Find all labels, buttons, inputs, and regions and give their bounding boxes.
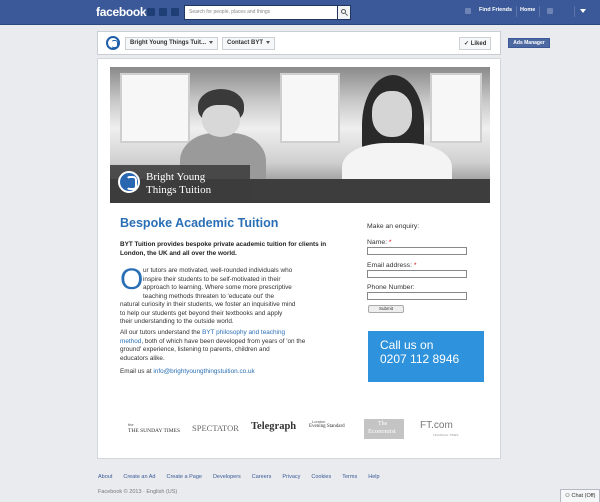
footer-link-create-page[interactable]: Create a Page <box>166 474 201 480</box>
para2-line: educators alike. <box>120 354 165 362</box>
spectator-logo: SPECTATOR <box>192 423 239 433</box>
facebook-logo[interactable]: facebook <box>96 5 147 19</box>
search-input[interactable]: Search for people, places and things <box>184 5 338 20</box>
telegraph-logo: Telegraph <box>251 421 297 432</box>
phone-field[interactable] <box>367 292 467 300</box>
para1-line: to help our students get beyond their te… <box>120 309 283 317</box>
footer-link-cookies[interactable]: Cookies <box>311 474 331 480</box>
method-link[interactable]: method <box>120 338 141 345</box>
footer-link-about[interactable]: About <box>98 474 112 480</box>
ft-logo-sub: FINANCIAL TIMES <box>433 433 459 437</box>
friend-requests-icon[interactable] <box>147 8 155 16</box>
chat-bar[interactable]: ⚇ Chat (Off) <box>560 489 600 502</box>
para2-line: ground' experience, listening to parents… <box>120 346 270 353</box>
name-label: Name: * <box>367 239 392 246</box>
para1-line: approach to learning. Where some more pr… <box>143 284 292 291</box>
name-field[interactable] <box>367 247 467 255</box>
footer-links: About Create an Ad Create a Page Develop… <box>98 474 391 480</box>
philosophy-link[interactable]: BYT philosophy and teaching <box>202 329 285 336</box>
submit-button[interactable]: Submit <box>368 305 404 313</box>
find-friends-link[interactable]: Find Friends <box>479 7 512 13</box>
para1-line: natural curiosity in their students, we … <box>120 301 296 308</box>
phone-number: 0207 112 8946 <box>380 352 460 366</box>
page-name-tab[interactable]: Bright Young Things Tuit... <box>125 37 218 50</box>
chevron-down-icon <box>209 40 213 44</box>
contact-byt-tab[interactable]: Contact BYT <box>222 37 275 50</box>
phone-label: Phone Number: <box>367 284 415 291</box>
hero-image: Bright Young Things Tuition <box>110 67 490 203</box>
call-us-box[interactable]: Call us on 0207 112 8946 <box>368 331 484 382</box>
footer-link-careers[interactable]: Careers <box>252 474 272 480</box>
byt-logo-icon <box>118 171 140 193</box>
account-settings-icon[interactable] <box>580 9 586 13</box>
call-us-label: Call us on <box>380 338 434 352</box>
drop-cap: O <box>120 263 144 296</box>
email-label: Email address: * <box>367 262 417 269</box>
sunday-times-logo: THE SUNDAY TIMES <box>128 428 181 434</box>
home-link[interactable]: Home <box>520 7 535 13</box>
page-tab-content: Bright Young Things Tuition Bespoke Acad… <box>97 58 501 459</box>
page-avatar-icon[interactable] <box>106 36 120 50</box>
notification-jewels <box>147 8 179 16</box>
chevron-down-icon <box>266 40 270 44</box>
ads-manager-button[interactable]: Ads Manager <box>508 38 550 48</box>
para1-line: inspire their students to be self-motiva… <box>143 275 281 283</box>
footer-link-help[interactable]: Help <box>368 474 379 480</box>
evening-standard-logo: Evening Standard <box>309 424 345 429</box>
brand-name-line2: Things Tuition <box>146 184 212 196</box>
ft-logo: FT.com <box>420 420 453 431</box>
liked-button[interactable]: ✓ Liked <box>459 37 492 50</box>
economist-logo: The Economist <box>364 419 404 439</box>
friends-icon <box>465 8 471 14</box>
footer-link-privacy[interactable]: Privacy <box>282 474 300 480</box>
footer-link-create-ad[interactable]: Create an Ad <box>123 474 155 480</box>
intro-text: BYT Tuition provides bespoke private aca… <box>120 241 327 257</box>
facebook-top-bar: facebook Search for people, places and t… <box>0 0 600 25</box>
privacy-shortcuts-icon[interactable] <box>547 8 553 14</box>
messages-icon[interactable] <box>159 8 167 16</box>
para2-line: method, both of which have been develope… <box>120 337 306 345</box>
para1-line: teaching methods threaten to 'educate ou… <box>143 292 275 300</box>
enquiry-form-title: Make an enquiry: <box>367 223 420 230</box>
notifications-icon[interactable] <box>171 8 179 16</box>
para1-line: their understanding to the outside world… <box>120 318 234 325</box>
email-field[interactable] <box>367 270 467 278</box>
email-link[interactable]: info@brightyoungthingstuition.co.uk <box>153 368 254 375</box>
footer-link-developers[interactable]: Developers <box>213 474 241 480</box>
page-header: Bright Young Things Tuit... Contact BYT … <box>97 31 501 55</box>
footer-copyright: Facebook © 2013 · English (US) <box>98 489 178 495</box>
email-line: Email us at info@brightyoungthingstuitio… <box>120 368 255 375</box>
sunday-times-logo-top: the <box>128 422 134 427</box>
brand-name-line1: Bright Young <box>146 171 206 183</box>
footer-link-terms[interactable]: Terms <box>342 474 357 480</box>
page-title: Bespoke Academic Tuition <box>120 216 279 230</box>
para1-line: ur tutors are motivated, well-rounded in… <box>143 267 293 274</box>
search-button[interactable] <box>338 5 351 20</box>
para2-line: All our tutors understand the BYT philos… <box>120 329 286 336</box>
